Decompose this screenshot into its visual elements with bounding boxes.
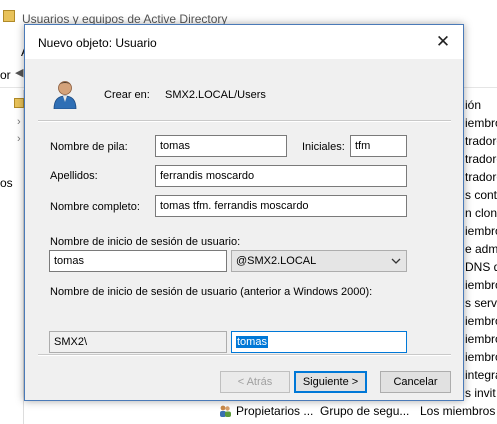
list-item[interactable]: integra bbox=[465, 368, 497, 382]
first-name-field[interactable]: tomas bbox=[155, 135, 287, 157]
chevron-right-icon[interactable]: › bbox=[17, 116, 21, 128]
first-name-label: Nombre de pila: bbox=[50, 141, 128, 153]
last-name-label: Apellidos: bbox=[50, 170, 98, 182]
last-name-field[interactable]: ferrandis moscardo bbox=[155, 165, 407, 187]
list-item[interactable]: n clon bbox=[465, 206, 497, 220]
folder-icon[interactable] bbox=[14, 98, 24, 108]
logon-name-label: Nombre de inicio de sesión de usuario: bbox=[50, 236, 241, 248]
initials-field[interactable]: tfm bbox=[350, 135, 407, 157]
row-description-cell: Los miembros bbox=[420, 404, 496, 418]
domain-select-value: @SMX2.LOCAL bbox=[236, 255, 317, 267]
pre2000-logon-label: Nombre de inicio de sesión de usuario (a… bbox=[50, 286, 373, 298]
create-in-label: Crear en: bbox=[104, 89, 150, 101]
list-item[interactable]: iembros bbox=[465, 278, 497, 292]
chevron-right-icon[interactable]: › bbox=[17, 133, 21, 145]
chevron-down-icon bbox=[391, 258, 401, 264]
new-user-dialog: Nuevo objeto: Usuario ✕ Crear en: SMX2.L… bbox=[24, 24, 464, 401]
create-in-path: SMX2.LOCAL/Users bbox=[165, 89, 266, 101]
active-directory-icon bbox=[3, 10, 15, 22]
separator bbox=[38, 354, 451, 356]
row-type-cell: Grupo de segu... bbox=[320, 404, 410, 418]
list-item[interactable]: iembros bbox=[465, 224, 497, 238]
logon-name-field[interactable]: tomas bbox=[49, 250, 227, 272]
cancel-button[interactable]: Cancelar bbox=[380, 371, 451, 393]
next-button[interactable]: Siguiente > bbox=[294, 371, 367, 393]
separator bbox=[38, 120, 451, 122]
list-item[interactable]: DNS q bbox=[465, 260, 497, 274]
full-name-field[interactable]: tomas tfm. ferrandis moscardo bbox=[155, 195, 407, 217]
list-item[interactable]: iembros bbox=[465, 116, 497, 130]
list-item[interactable]: s cont bbox=[465, 188, 497, 202]
row-name-cell: Propietarios ... bbox=[236, 404, 314, 418]
list-item[interactable]: ión bbox=[465, 98, 497, 112]
background-toolbar-text: or bbox=[0, 68, 11, 82]
list-item[interactable]: iembros bbox=[465, 332, 497, 346]
dialog-title: Nuevo objeto: Usuario bbox=[38, 36, 157, 50]
full-name-label: Nombre completo: bbox=[50, 201, 140, 213]
close-icon[interactable]: ✕ bbox=[431, 30, 455, 54]
group-icon bbox=[220, 405, 231, 417]
selected-text: tomas bbox=[236, 336, 268, 348]
list-item[interactable]: iembros bbox=[465, 314, 497, 328]
back-button[interactable]: < Atrás bbox=[220, 371, 290, 393]
list-item[interactable]: tradore bbox=[465, 152, 497, 166]
list-item[interactable]: s invit bbox=[465, 386, 497, 400]
list-item[interactable]: tradore bbox=[465, 134, 497, 148]
initials-label: Iniciales: bbox=[302, 141, 345, 153]
domain-select[interactable]: @SMX2.LOCAL bbox=[231, 250, 407, 272]
pre2000-logon-field[interactable]: tomas bbox=[231, 331, 407, 353]
list-item[interactable]: s servi bbox=[465, 296, 497, 310]
list-item[interactable]: tradore bbox=[465, 170, 497, 184]
pre2000-domain-field: SMX2\ bbox=[49, 331, 227, 353]
list-item[interactable]: iembros bbox=[465, 350, 497, 364]
list-item[interactable]: e admi bbox=[465, 242, 497, 256]
background-tree-text: os bbox=[0, 176, 13, 190]
user-icon bbox=[53, 81, 77, 109]
